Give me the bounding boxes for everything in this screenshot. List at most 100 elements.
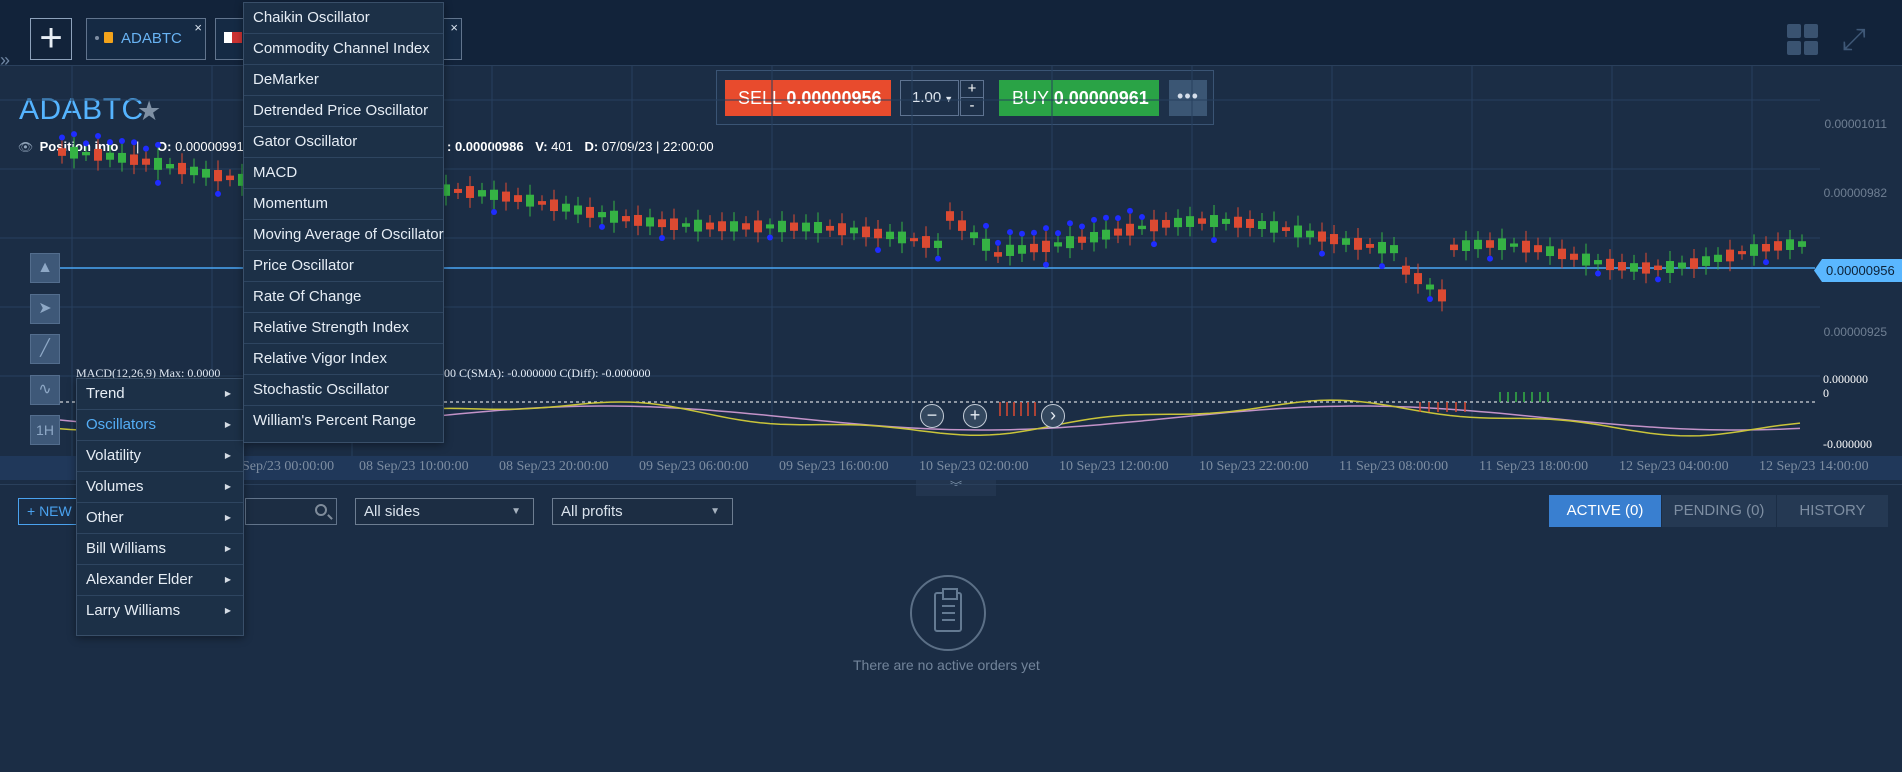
candle-body [1498,238,1506,251]
menu-item-stochastic[interactable]: Stochastic Oscillator [244,375,443,406]
time-tick: 08 Sep/23 10:00:00 [359,459,469,474]
indicators-icon[interactable]: ∿ [30,375,60,405]
menu-item-trend[interactable]: Trend ▶ [77,379,243,410]
macd-axis-top: 0.000000 0 [1823,372,1868,400]
fractal-marker [131,139,137,146]
chevron-right-icon: ▶ [224,606,231,615]
menu-item-macd[interactable]: MACD [244,158,443,189]
candle-body [958,220,966,231]
candle-body [1510,243,1518,247]
time-tick: 11 Sep/23 18:00:00 [1479,459,1589,474]
candle-body [562,203,570,212]
candle-body [1330,234,1338,245]
zoom-out-button[interactable]: − [920,404,944,428]
search-input[interactable] [245,498,337,525]
menu-item-rvi[interactable]: Relative Vigor Index [244,344,443,375]
candle-body [190,166,198,176]
candle-body [142,158,150,165]
price-axis-label: 0.00000982 [1823,186,1887,200]
menu-item-demarker[interactable]: DeMarker [244,65,443,96]
candle-body [1378,241,1386,254]
close-icon[interactable]: × [450,20,458,35]
tab-pending[interactable]: PENDING (0) [1662,495,1776,527]
candle-body [1714,254,1722,262]
menu-item-oscillators[interactable]: Oscillators ▶ [77,410,243,441]
chart-type-icon[interactable]: ▲ [30,253,60,283]
zoom-in-button[interactable]: + [963,404,987,428]
menu-item-gator-oscillator[interactable]: Gator Oscillator [244,127,443,158]
fractal-marker [1319,250,1325,257]
candle-body [994,252,1002,257]
candle-body [1078,236,1086,243]
add-tab-button[interactable]: + [30,18,72,60]
sides-filter[interactable]: All sides ▼ [355,498,534,525]
tab-history[interactable]: HISTORY [1777,495,1888,527]
menu-item-rsi[interactable]: Relative Strength Index [244,313,443,344]
candle-body [1246,218,1254,228]
close-icon[interactable]: × [194,20,202,35]
candle-body [1414,273,1422,285]
menu-item-chaikin-oscillator[interactable]: Chaikin Oscillator [244,3,443,34]
menu-item-rate-of-change[interactable]: Rate Of Change [244,282,443,313]
candle-body [1582,253,1590,266]
menu-item-larry-williams[interactable]: Larry Williams ▶ [77,596,243,627]
candle-body [1654,265,1662,271]
crypto-icon [104,32,113,43]
menu-item-price-oscillator[interactable]: Price Oscillator [244,251,443,282]
current-price-tag: 0.00000956 [1814,259,1902,282]
chevron-right-icon: ▶ [224,544,231,553]
candle-body [82,151,90,156]
menu-item-alexander-elder[interactable]: Alexander Elder ▶ [77,565,243,596]
candle-body [478,190,486,197]
candle-body [1786,239,1794,250]
draw-line-icon[interactable]: ╱ [30,334,60,364]
menu-item-cci[interactable]: Commodity Channel Index [244,34,443,65]
candle-body [526,194,534,207]
fractal-marker [59,134,65,141]
candle-body [490,189,498,200]
candle-body [730,221,738,232]
fractal-marker [767,234,773,241]
menu-item-dpo[interactable]: Detrended Price Oscillator [244,96,443,127]
new-order-button[interactable]: + NEW [18,498,78,525]
menu-item-volumes[interactable]: Volumes ▶ [77,472,243,503]
macd-zero-line: 0 [1823,386,1829,400]
tab-adabtc[interactable]: ADABTC × [86,18,206,60]
candle-body [1690,258,1698,269]
time-tick: 12 Sep/23 04:00:00 [1619,459,1729,474]
menu-item-bill-williams[interactable]: Bill Williams ▶ [77,534,243,565]
candle-body [1054,242,1062,247]
chevron-right-icon: ▶ [224,451,231,460]
candle-body [1462,240,1470,251]
candle-body [922,236,930,248]
layout-grid-icon[interactable] [1787,24,1819,56]
fractal-marker [1127,207,1133,214]
chevron-right-icon: ▶ [224,420,231,429]
candle-body [1162,219,1170,228]
menu-item-williams-r[interactable]: William's Percent Range [244,406,443,437]
candle-body [790,222,798,231]
candle-body [1186,216,1194,227]
tab-active[interactable]: ACTIVE (0) [1549,495,1661,527]
candle-body [106,152,114,160]
candle-body [934,240,942,248]
profits-filter[interactable]: All profits ▼ [552,498,733,525]
fullscreen-icon[interactable]: ⤢ [1837,25,1871,55]
fractal-marker [143,145,149,152]
menu-item-momentum[interactable]: Momentum [244,189,443,220]
candle-body [130,154,138,165]
candle-body [1738,251,1746,255]
fractal-marker [215,190,221,197]
candle-body [1390,245,1398,254]
fractal-marker [1031,229,1037,236]
search-icon[interactable] [315,504,327,516]
fractal-marker [1655,276,1661,283]
candle-body [58,148,66,156]
menu-item-other[interactable]: Other ▶ [77,503,243,534]
cursor-icon[interactable]: ➤ [30,294,60,324]
menu-item-osma[interactable]: Moving Average of Oscillator [244,220,444,251]
scroll-right-button[interactable]: › [1041,404,1065,428]
menu-item-volatility[interactable]: Volatility ▶ [77,441,243,472]
timeframe-button[interactable]: 1H [30,415,60,445]
indicator-category-menu: Trend ▶ Oscillators ▶ Volatility ▶ Volumes ▶… [76,378,244,636]
